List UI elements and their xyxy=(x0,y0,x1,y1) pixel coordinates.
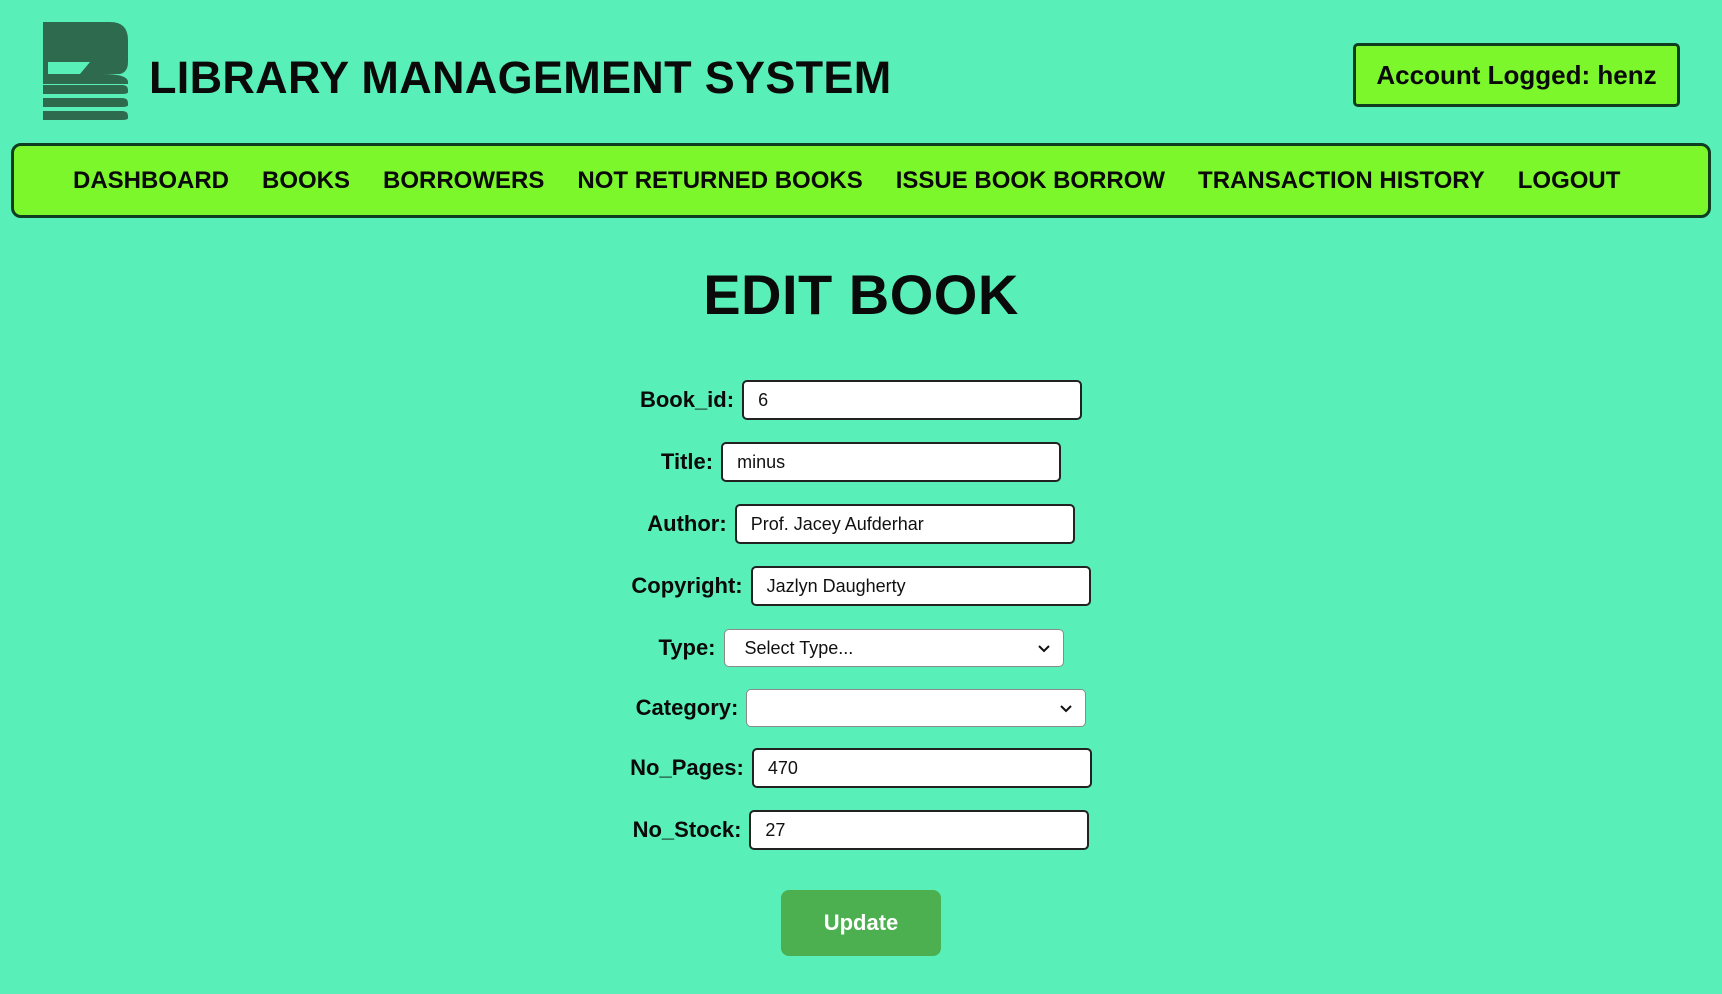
page: LIBRARY MANAGEMENT SYSTEM Account Logged… xyxy=(0,0,1722,994)
no-pages-input[interactable] xyxy=(751,748,1092,788)
chevron-down-icon xyxy=(1060,705,1073,713)
library-book-logo-icon xyxy=(43,22,128,120)
update-button[interactable]: Update xyxy=(781,890,941,956)
form-row-no-stock: No_Stock: xyxy=(0,810,1722,850)
book-id-label: Book_id: xyxy=(639,387,735,412)
main-nav: DASHBOARD BOOKS BORROWERS NOT RETURNED B… xyxy=(11,143,1711,218)
title-input[interactable] xyxy=(721,442,1062,482)
category-label: Category: xyxy=(635,695,739,720)
header: LIBRARY MANAGEMENT SYSTEM Account Logged… xyxy=(0,0,1722,140)
form-row-author: Author: xyxy=(0,504,1722,544)
page-title: EDIT BOOK xyxy=(703,263,1019,326)
copyright-label: Copyright: xyxy=(631,573,743,598)
nav-issue-book-borrow[interactable]: ISSUE BOOK BORROW xyxy=(896,167,1165,195)
title-label: Title: xyxy=(660,449,714,474)
form-row-copyright: Copyright: xyxy=(0,566,1722,606)
type-select[interactable]: Select Type... xyxy=(723,629,1064,667)
category-select[interactable] xyxy=(746,689,1087,727)
form-row-no-pages: No_Pages: xyxy=(0,748,1722,788)
copyright-input[interactable] xyxy=(750,566,1091,606)
type-selected-value: Select Type... xyxy=(744,637,854,658)
nav-not-returned-books[interactable]: NOT RETURNED BOOKS xyxy=(577,167,862,195)
book-id-input[interactable] xyxy=(742,380,1083,420)
chevron-down-icon xyxy=(1037,645,1050,653)
no-stock-label: No_Stock: xyxy=(632,817,742,842)
author-input[interactable] xyxy=(734,504,1075,544)
nav-borrowers[interactable]: BORROWERS xyxy=(383,167,544,195)
form-row-type: Type: Select Type... xyxy=(0,628,1722,668)
nav-transaction-history[interactable]: TRANSACTION HISTORY xyxy=(1198,167,1485,195)
form-row-title: Title: xyxy=(0,442,1722,482)
form-row-category: Category: xyxy=(0,688,1722,728)
nav-logout[interactable]: LOGOUT xyxy=(1518,167,1621,195)
nav-dashboard[interactable]: DASHBOARD xyxy=(73,167,229,195)
account-logged-badge: Account Logged: henz xyxy=(1353,43,1680,107)
app-title: LIBRARY MANAGEMENT SYSTEM xyxy=(149,52,892,103)
no-stock-input[interactable] xyxy=(749,810,1090,850)
type-label: Type: xyxy=(658,635,716,660)
form-row-book-id: Book_id: xyxy=(0,380,1722,420)
nav-books[interactable]: BOOKS xyxy=(262,167,350,195)
no-pages-label: No_Pages: xyxy=(630,755,744,780)
author-label: Author: xyxy=(647,511,727,536)
